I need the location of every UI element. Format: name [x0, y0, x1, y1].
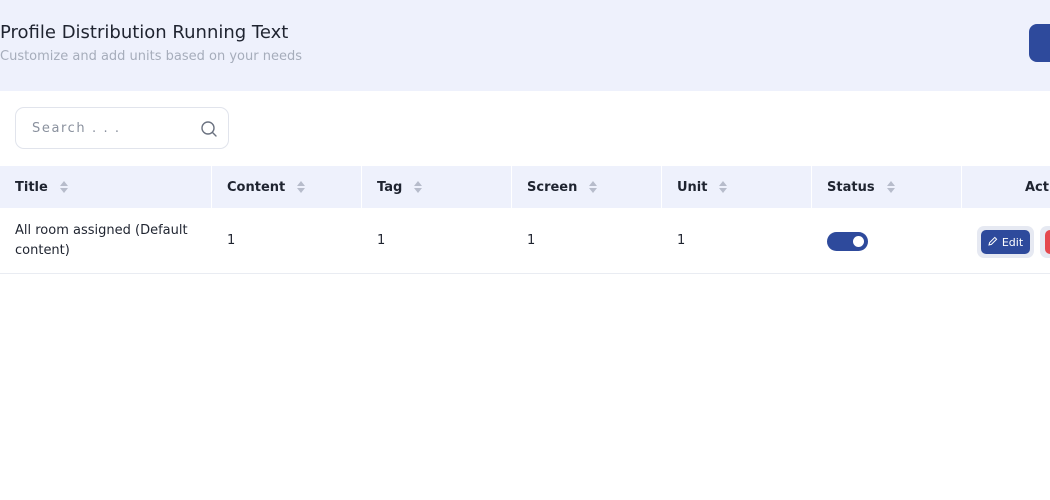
column-divider [211, 166, 212, 208]
pencil-icon [988, 236, 998, 249]
page-subtitle: Customize and add units based on your ne… [0, 49, 302, 64]
column-label: Unit [677, 179, 708, 195]
search-input[interactable] [32, 108, 202, 148]
column-divider [811, 166, 812, 208]
cell-content: 1 [227, 233, 236, 248]
delete-button-wrap [1040, 226, 1050, 258]
table-header: Title Content Tag Screen Unit Status Act [0, 166, 1050, 208]
column-divider [511, 166, 512, 208]
column-divider [961, 166, 962, 208]
column-header-action: Acti [1025, 166, 1050, 208]
status-toggle[interactable] [827, 232, 868, 251]
column-header-status[interactable]: Status [827, 166, 895, 208]
column-label: Title [15, 179, 48, 195]
table-row: All room assigned (Default content) 1 1 … [0, 208, 1050, 274]
toggle-knob [853, 236, 864, 247]
search-icon[interactable] [200, 120, 218, 138]
page-title: Profile Distribution Running Text [0, 22, 289, 43]
column-divider [661, 166, 662, 208]
cell-tag: 1 [377, 233, 386, 248]
header-action-button[interactable] [1029, 24, 1050, 62]
delete-button[interactable] [1045, 230, 1050, 254]
column-header-unit[interactable]: Unit [677, 166, 728, 208]
edit-button[interactable]: Edit [981, 230, 1030, 254]
sort-icon[interactable] [719, 181, 728, 193]
column-label: Screen [527, 179, 578, 195]
column-label: Content [227, 179, 286, 195]
sort-icon[interactable] [589, 181, 598, 193]
column-label: Status [827, 179, 875, 195]
sort-icon[interactable] [414, 181, 423, 193]
sort-icon[interactable] [59, 181, 68, 193]
cell-screen: 1 [527, 233, 536, 248]
edit-button-wrap: Edit [977, 226, 1034, 258]
column-header-screen[interactable]: Screen [527, 166, 598, 208]
column-header-tag[interactable]: Tag [377, 166, 423, 208]
search-box [15, 107, 229, 149]
sort-icon[interactable] [886, 181, 895, 193]
sort-icon[interactable] [297, 181, 306, 193]
column-label: Acti [1025, 179, 1050, 195]
edit-label: Edit [1001, 235, 1024, 249]
cell-unit: 1 [677, 233, 686, 248]
column-header-content[interactable]: Content [227, 166, 306, 208]
page-header: Profile Distribution Running Text Custom… [0, 0, 1050, 91]
column-divider [361, 166, 362, 208]
column-label: Tag [377, 179, 403, 195]
column-header-title[interactable]: Title [15, 166, 68, 208]
cell-title: All room assigned (Default content) [15, 223, 188, 258]
